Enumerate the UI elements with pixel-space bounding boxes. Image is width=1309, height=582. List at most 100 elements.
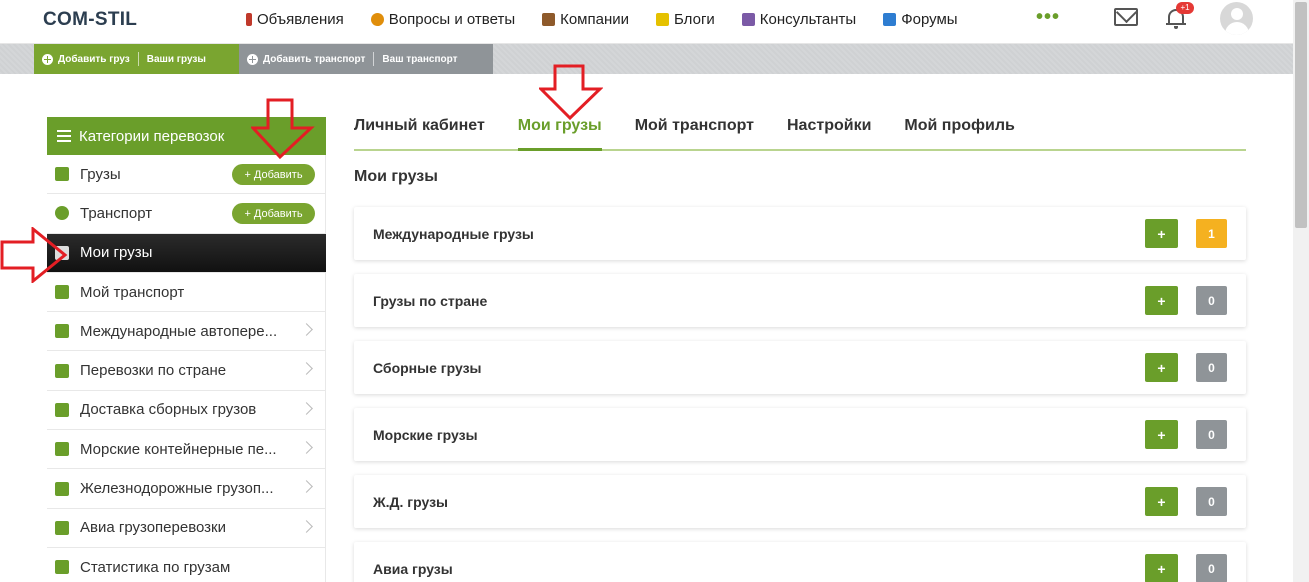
add-cargo-button[interactable]: Добавить груз xyxy=(34,53,138,65)
blogs-icon xyxy=(656,13,669,26)
notification-badge: +1 xyxy=(1176,2,1194,14)
chevron-right-icon xyxy=(300,323,313,337)
count-badge[interactable]: 0 xyxy=(1196,420,1227,449)
box-icon xyxy=(55,167,69,182)
wheel-icon xyxy=(55,206,69,221)
qa-icon xyxy=(370,13,384,26)
transport-actions: Добавить транспорт Ваш транспорт xyxy=(239,44,493,74)
nav-ads[interactable]: Объявления xyxy=(246,11,344,28)
add-cargo-label: Добавить груз xyxy=(58,53,130,65)
top-header: COM-STIL Объявления Вопросы и ответы Ком… xyxy=(0,0,1293,44)
chevron-right-icon xyxy=(300,362,313,376)
nav-qa[interactable]: Вопросы и ответы xyxy=(370,11,516,28)
van-icon xyxy=(55,363,69,378)
sidebar-item-transport[interactable]: Транспорт + Добавить xyxy=(47,194,326,234)
add-button[interactable]: + xyxy=(1145,554,1178,582)
sidebar-item-consolidated[interactable]: Доставка сборных грузов xyxy=(47,390,326,431)
tab-my-transport[interactable]: Мой транспорт xyxy=(635,115,754,151)
cargo-card-sea[interactable]: Морские грузы +0 xyxy=(354,408,1246,461)
card-title: Морские грузы xyxy=(373,427,478,443)
forums-icon xyxy=(883,13,897,26)
consultants-icon xyxy=(741,13,755,26)
chevron-right-icon xyxy=(300,441,313,454)
count-badge[interactable]: 0 xyxy=(1196,286,1227,315)
add-transport-pill-button[interactable]: + Добавить xyxy=(232,203,315,225)
mail-icon[interactable] xyxy=(1114,8,1138,26)
nav-companies-label: Компании xyxy=(560,11,629,28)
count-badge[interactable]: 0 xyxy=(1196,554,1227,582)
sidebar-item-label: Грузы xyxy=(80,165,121,183)
sidebar-item-label: Железнодорожные грузоп... xyxy=(80,480,274,498)
cargo-card-international[interactable]: Международные грузы +1 xyxy=(354,207,1246,260)
card-title: Международные грузы xyxy=(373,226,534,242)
cargo-card-domestic[interactable]: Грузы по стране +0 xyxy=(354,274,1246,327)
sidebar-item-sea[interactable]: Морские контейнерные пе... xyxy=(47,430,326,470)
count-badge[interactable]: 1 xyxy=(1196,219,1227,248)
nav-blogs-label: Блоги xyxy=(674,11,715,28)
nav-ads-label: Объявления xyxy=(257,11,344,28)
plane-icon xyxy=(55,520,69,535)
nav-forums-label: Форумы xyxy=(901,11,958,28)
sidebar-item-label: Статистика по грузам xyxy=(80,558,231,576)
sidebar-item-cargo[interactable]: Грузы + Добавить xyxy=(47,155,326,195)
sidebar-item-label: Транспорт xyxy=(80,204,153,222)
sidebar-item-label: Перевозки по стране xyxy=(80,362,227,380)
sidebar-title: Категории перевозок xyxy=(79,127,225,145)
nav-consultants-label: Консультанты xyxy=(759,11,857,28)
cargo-actions: Добавить груз Ваши грузы xyxy=(34,44,239,74)
cargo-card-air[interactable]: Авиа грузы +0 xyxy=(354,542,1246,582)
add-cargo-pill-button[interactable]: + Добавить xyxy=(232,164,315,185)
sidebar: Категории перевозок Грузы + Добавить Тран… xyxy=(47,117,326,582)
tab-personal-account[interactable]: Личный кабинет xyxy=(354,115,485,151)
plus-circle-icon xyxy=(42,53,53,65)
my-cargo-link[interactable]: Ваши грузы xyxy=(139,54,214,65)
card-title: Ж.Д. грузы xyxy=(373,494,449,510)
site-logo[interactable]: COM-STIL xyxy=(43,9,137,31)
cargo-category-list: Международные грузы +1 Грузы по стране +0 … xyxy=(354,207,1246,582)
top-nav: Объявления Вопросы и ответы Компании Бло… xyxy=(246,11,958,28)
more-menu-icon[interactable]: ••• xyxy=(1036,6,1060,29)
sidebar-item-stats[interactable]: Статистика по грузам xyxy=(47,547,326,582)
avatar[interactable] xyxy=(1220,2,1253,35)
tab-my-profile[interactable]: Мой профиль xyxy=(904,115,1014,151)
add-button[interactable]: + xyxy=(1145,487,1178,516)
chevron-right-icon xyxy=(300,401,313,415)
nav-qa-label: Вопросы и ответы xyxy=(388,11,516,28)
add-button[interactable]: + xyxy=(1145,420,1178,449)
companies-icon xyxy=(542,13,556,26)
chevron-right-icon xyxy=(300,519,313,533)
sidebar-item-international[interactable]: Международные автопере... xyxy=(47,312,326,352)
tab-my-cargo[interactable]: Мои грузы xyxy=(517,115,602,151)
add-button[interactable]: + xyxy=(1145,286,1178,315)
sidebar-item-rail[interactable]: Железнодорожные грузоп... xyxy=(47,469,326,509)
add-button[interactable]: + xyxy=(1145,219,1178,248)
nav-consultants[interactable]: Консультанты xyxy=(741,11,857,28)
count-badge[interactable]: 0 xyxy=(1196,353,1227,382)
page-title: Мои грузы xyxy=(354,168,438,185)
add-button[interactable]: + xyxy=(1145,353,1178,382)
train-icon xyxy=(55,481,69,496)
nav-companies[interactable]: Компании xyxy=(542,11,629,28)
sidebar-item-air[interactable]: Авиа грузоперевозки xyxy=(47,508,326,548)
sidebar-item-label: Доставка сборных грузов xyxy=(80,401,257,419)
tab-settings[interactable]: Настройки xyxy=(787,115,871,151)
add-transport-button[interactable]: Добавить транспорт xyxy=(239,53,373,65)
document-icon xyxy=(55,245,69,260)
add-transport-label: Добавить транспорт xyxy=(263,53,366,65)
sidebar-item-my-transport[interactable]: Мой транспорт xyxy=(47,272,326,313)
delivery-truck-icon xyxy=(55,402,69,417)
sidebar-item-domestic[interactable]: Перевозки по стране xyxy=(47,351,326,391)
truck-icon xyxy=(55,285,69,300)
chevron-right-icon xyxy=(300,480,313,494)
cargo-card-consolidated[interactable]: Сборные грузы +0 xyxy=(354,341,1246,394)
action-strip: Добавить груз Ваши грузы Добавить трансп… xyxy=(0,44,1293,74)
count-badge[interactable]: 0 xyxy=(1196,487,1227,516)
nav-forums[interactable]: Форумы xyxy=(883,11,958,28)
sidebar-item-label: Мои грузы xyxy=(80,244,153,262)
sidebar-item-my-cargo[interactable]: Мои грузы xyxy=(47,233,326,273)
stats-icon xyxy=(55,560,69,575)
my-transport-link[interactable]: Ваш транспорт xyxy=(374,54,465,65)
nav-blogs[interactable]: Блоги xyxy=(656,11,715,28)
cargo-card-rail[interactable]: Ж.Д. грузы +0 xyxy=(354,475,1246,528)
scrollbar-thumb[interactable] xyxy=(1295,2,1307,228)
